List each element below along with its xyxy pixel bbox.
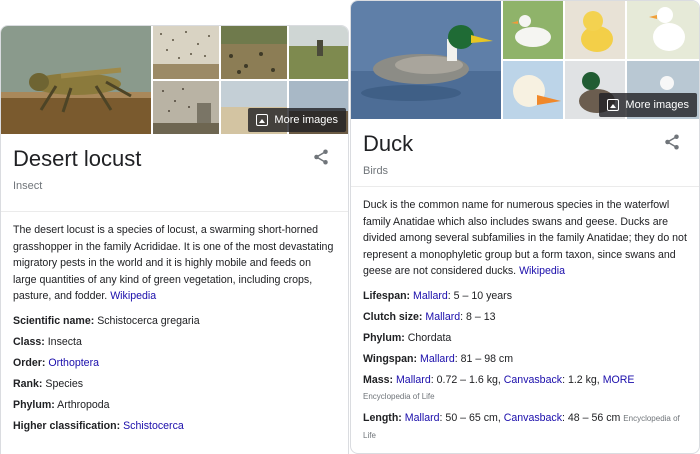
locust-thumb-swarm-sky[interactable] [153,26,219,79]
fact-clutch-size: Clutch size: Mallard: 8 – 13 [363,309,687,325]
image-icon [256,114,269,126]
fact-label: Phylum: [363,331,405,344]
fact-label: Order: [13,356,46,369]
locust-body: The desert locust is a species of locust… [1,212,348,434]
fact-value: : 50 – 65 cm, [439,411,504,424]
fact-value: Insecta [44,335,82,348]
fact-label: Length: [363,411,402,424]
fact-value: : 81 – 98 cm [454,352,514,365]
duck-thumb-duckling[interactable] [565,1,625,59]
fact-length: Length: Mallard: 50 – 65 cm, Canvasback:… [363,410,687,444]
fact-value: Schistocerca gregaria [94,314,200,327]
fact-scientific-name: Scientific name: Schistocerca gregaria [13,313,336,329]
fact-label: Higher classification: [13,419,121,432]
fact-value: Arthropoda [54,398,110,411]
mallard-link[interactable]: Mallard [420,353,455,365]
fact-phylum: Phylum: Arthropoda [13,397,336,413]
duck-thumb-orange-beak[interactable] [503,61,563,119]
locust-thumb-ground[interactable] [221,26,287,79]
fact-mass: Mass: Mallard: 0.72 – 1.6 kg, Canvasback… [363,372,687,405]
fact-value: : 5 – 10 years [447,289,512,302]
canvasback-link[interactable]: Canvasback [504,412,562,424]
wikipedia-link[interactable]: Wikipedia [110,290,156,302]
duck-panel: More images Duck Birds Duck is the commo… [350,0,700,454]
duck-header: Duck Birds [351,119,699,187]
mallard-link[interactable]: Mallard [413,290,448,302]
fact-rank: Rank: Species [13,376,336,392]
duck-body: Duck is the common name for numerous spe… [351,187,699,444]
locust-main-image[interactable] [1,26,151,134]
more-images-label: More images [625,99,689,111]
locust-thumb-field[interactable] [289,26,348,79]
desert-locust-panel: More images Desert locust Insect The des… [0,25,349,454]
duck-thumb-white-duck[interactable] [503,1,563,59]
fact-value: : 48 – 56 cm [562,411,624,424]
fact-wingspan: Wingspan: Mallard: 81 – 98 cm [363,351,687,367]
duck-main-image[interactable] [351,1,501,119]
fact-label: Lifespan: [363,289,411,302]
page-subtitle: Insect [13,180,43,192]
locust-image-gallery: More images [1,26,348,134]
fact-label: Clutch size: [363,310,423,323]
mallard-link[interactable]: Mallard [405,412,440,424]
image-icon [607,99,620,111]
fact-label: Mass: [363,373,394,386]
fact-higher-classification: Higher classification: Schistocerca [13,418,336,434]
wikipedia-link[interactable]: Wikipedia [519,265,565,277]
locust-thumb-swarm-city[interactable] [153,81,219,134]
fact-label: Phylum: [13,398,55,411]
share-icon[interactable] [663,133,681,151]
fact-label: Wingspan: [363,352,418,365]
duck-more-images-button[interactable]: More images [599,93,697,117]
fact-phylum: Phylum: Chordata [363,330,687,346]
fact-link-orthoptera[interactable]: Orthoptera [48,357,99,369]
mallard-link[interactable]: Mallard [396,374,431,386]
duck-thumb-white-standing[interactable] [627,1,699,59]
fact-value: : 0.72 – 1.6 kg, [430,373,504,386]
description: The desert locust is a species of locust… [13,222,336,305]
page-title: Desert locust [13,146,142,171]
fact-label: Class: [13,335,45,348]
mallard-link[interactable]: Mallard [425,311,460,323]
canvasback-link[interactable]: Canvasback [504,374,562,386]
fact-value: : 1.2 kg, [562,373,603,386]
fact-lifespan: Lifespan: Mallard: 5 – 10 years [363,288,687,304]
fact-link-schistocerca[interactable]: Schistocerca [123,420,184,432]
locust-more-images-button[interactable]: More images [248,108,346,132]
page-subtitle: Birds [363,165,389,177]
share-icon[interactable] [312,148,330,166]
page-title: Duck [363,131,414,156]
fact-order: Order: Orthoptera [13,355,336,371]
fact-class: Class: Insecta [13,334,336,350]
more-images-label: More images [274,114,338,126]
more-link[interactable]: MORE [603,374,635,386]
fact-value: Species [42,377,84,390]
description: Duck is the common name for numerous spe… [363,197,687,280]
fact-label: Rank: [13,377,43,390]
fact-label: Scientific name: [13,314,95,327]
fact-value: Chordata [404,331,452,344]
source-eol: Encyclopedia of Life [363,391,435,401]
duck-image-gallery: More images [351,1,699,119]
fact-value: : 8 – 13 [460,310,496,323]
description-text: The desert locust is a species of locust… [13,224,334,302]
locust-header: Desert locust Insect [1,134,348,212]
